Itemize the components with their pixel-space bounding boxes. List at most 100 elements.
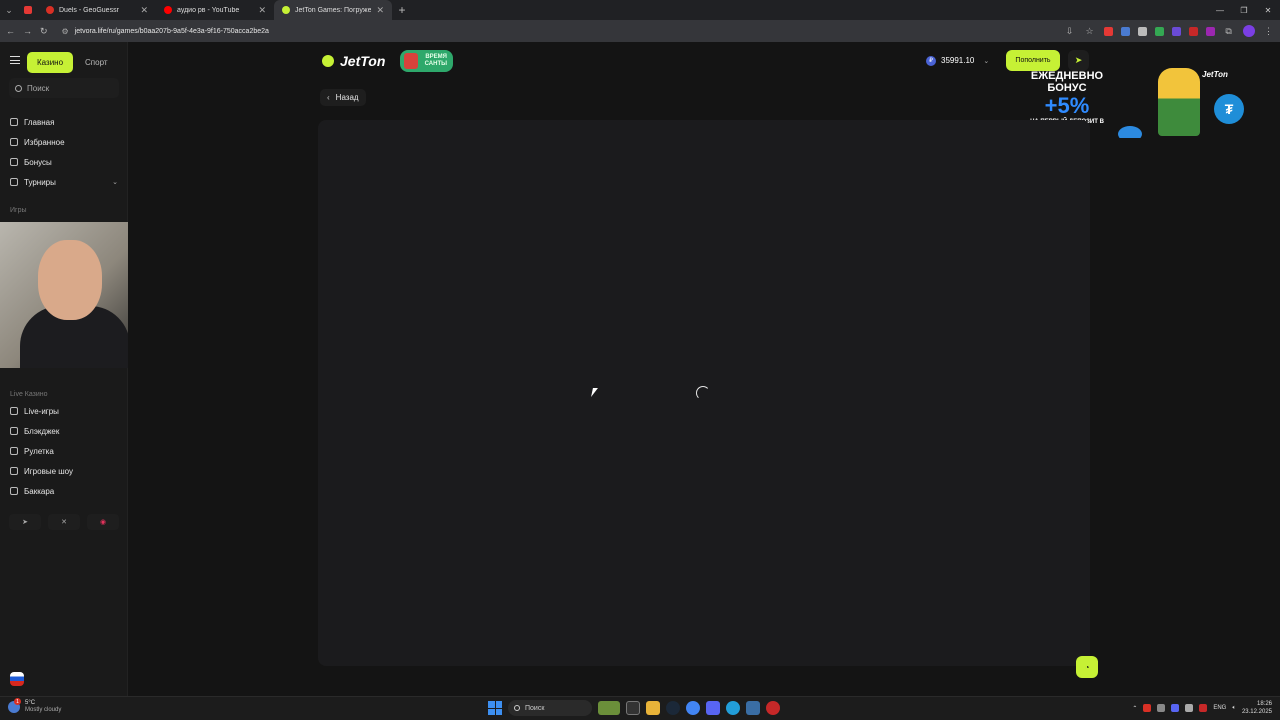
sidebar-item-tournaments[interactable]: Турниры ⌄ <box>0 172 128 192</box>
sidebar-item-bonuses[interactable]: Бонусы <box>0 152 128 172</box>
brand-logo[interactable]: JetTon <box>322 53 385 69</box>
tray-app-icon[interactable] <box>1185 704 1194 712</box>
back-button[interactable]: ‹ Назад <box>320 89 366 106</box>
extension-icon[interactable] <box>1188 26 1198 36</box>
banner-decoration <box>1118 126 1142 138</box>
sidebar-item-game-shows[interactable]: Игровые шоу <box>0 461 128 481</box>
task-view-icon[interactable] <box>626 701 640 715</box>
install-app-icon[interactable]: ⇩ <box>1064 26 1076 37</box>
taskbar-search-placeholder: Поиск <box>525 704 545 712</box>
sidebar-item-label: Игровые шоу <box>24 466 74 476</box>
notification-badge: 1 <box>14 698 21 705</box>
telegram-app-icon[interactable] <box>726 701 740 715</box>
new-tab-button[interactable]: + <box>392 3 412 17</box>
cards-icon <box>10 427 18 435</box>
close-window-icon[interactable]: ✕ <box>1256 0 1280 20</box>
sidebar-item-label: Избранное <box>24 137 65 147</box>
url-field[interactable]: ⚙ jetvora.life/ru/games/b0aa207b-9a5f-4e… <box>56 23 1056 39</box>
sidebar-item-label: Рулетка <box>24 446 54 456</box>
tray-app-icon[interactable] <box>1199 704 1208 712</box>
extension-icon[interactable] <box>1171 26 1181 36</box>
menu-icon[interactable] <box>10 56 20 64</box>
tab-close-icon[interactable]: ✕ <box>140 5 148 16</box>
tray-app-icon[interactable] <box>1157 704 1166 712</box>
steam-icon[interactable] <box>666 701 680 715</box>
site-info-icon[interactable]: ⚙ <box>62 27 69 36</box>
gift-icon <box>10 158 18 166</box>
language-indicator[interactable]: ENG <box>1213 705 1226 711</box>
x-icon[interactable]: ✕ <box>48 514 80 530</box>
discord-icon[interactable] <box>706 701 720 715</box>
speaker-icon[interactable]: 🔈︎ <box>1232 705 1236 712</box>
sidebar-item-label: Баккара <box>24 486 55 496</box>
pinned-tab[interactable] <box>18 0 38 20</box>
tray-app-icon[interactable] <box>1171 704 1180 712</box>
profile-avatar[interactable] <box>1242 25 1255 37</box>
browser-menu-icon[interactable]: ⋮ <box>1263 26 1275 37</box>
tray-app-icon[interactable] <box>1143 704 1152 712</box>
search-input[interactable]: Поиск <box>9 78 119 98</box>
restore-icon[interactable]: ❐ <box>1232 0 1256 20</box>
forward-arrow-icon[interactable]: → <box>23 26 32 36</box>
webcam-person-face <box>38 240 102 320</box>
taskbar-search[interactable]: Поиск <box>508 700 592 716</box>
language-flag-icon[interactable] <box>10 672 24 686</box>
sidebar-item-home[interactable]: Главная <box>0 112 128 132</box>
tab-close-icon[interactable]: ✕ <box>376 5 384 16</box>
promo-badge[interactable]: ВРЕМЯ САНТЫ <box>400 50 453 72</box>
browser-tab-active[interactable]: JetTon Games: Погружени ✕ <box>274 0 392 20</box>
windows-start-icon[interactable] <box>488 701 502 715</box>
weather-desc: Mostly cloudy <box>25 707 62 713</box>
browser-tab[interactable]: Duels - GeoGuessr ✕ <box>38 0 156 20</box>
game-frame[interactable] <box>318 120 1090 666</box>
search-icon <box>514 705 520 711</box>
obs-icon[interactable] <box>766 701 780 715</box>
baccarat-icon <box>10 487 18 495</box>
reload-icon[interactable]: ↻ <box>40 26 48 37</box>
live-section-label: Live Казино <box>10 391 48 398</box>
chevron-down-icon[interactable]: ⌄ <box>112 178 118 186</box>
clock[interactable]: 18:26 23.12.2025 <box>1242 700 1272 716</box>
banner-figure-image <box>1158 68 1200 136</box>
weather-widget[interactable]: 1 5°C Mostly cloudy <box>8 698 62 714</box>
widgets-icon[interactable] <box>598 701 620 715</box>
tab-favicon <box>46 6 54 14</box>
browser-tab[interactable]: аудио рв - YouTube ✕ <box>156 0 274 20</box>
file-explorer-icon[interactable] <box>646 701 660 715</box>
bookmark-star-icon[interactable]: ☆ <box>1084 26 1096 37</box>
sidebar-item-label: Бонусы <box>24 157 52 167</box>
extension-icon[interactable] <box>1154 26 1164 36</box>
extensions-puzzle-icon[interactable]: ⧉ <box>1223 26 1235 37</box>
trophy-icon <box>10 178 18 186</box>
tab-title: JetTon Games: Погружени <box>295 6 372 14</box>
banner-percent: +5% <box>1044 93 1090 118</box>
sidebar-item-label: Главная <box>24 117 55 127</box>
support-chat-button[interactable]: ◔ <box>1076 656 1098 678</box>
tray-chevron-up-icon[interactable]: ⌃ <box>1132 705 1137 712</box>
taskbar-apps: Поиск <box>488 700 780 716</box>
sidebar-item-roulette[interactable]: Рулетка <box>0 441 128 461</box>
sidebar-item-blackjack[interactable]: Блэкджек <box>0 421 128 441</box>
currency-icon: ₽ <box>926 55 936 66</box>
tab-sport[interactable]: Спорт <box>75 52 118 73</box>
sidebar-item-baccarat[interactable]: Баккара <box>0 481 128 501</box>
telegram-icon[interactable]: ➤ <box>9 514 41 530</box>
instagram-icon[interactable]: ◉ <box>87 514 119 530</box>
balance-selector[interactable]: ₽ 35991.10 ⌄ <box>926 52 989 69</box>
chrome-icon[interactable] <box>686 701 700 715</box>
sidebar-item-favorites[interactable]: Избранное <box>0 132 128 152</box>
extension-icon[interactable] <box>1103 26 1113 36</box>
extension-icon[interactable] <box>1205 26 1215 36</box>
banner-line1: ЕЖЕДНЕВНО <box>1030 70 1104 82</box>
extension-icon[interactable] <box>1120 26 1130 36</box>
extension-icon[interactable] <box>1137 26 1147 36</box>
sidebar-item-live-games[interactable]: Live-игры <box>0 401 128 421</box>
tab-search-menu-icon[interactable]: ⌄ <box>0 0 18 20</box>
back-arrow-icon[interactable]: ← <box>6 26 15 36</box>
pinned-tab-icon <box>24 6 32 14</box>
minimize-icon[interactable]: — <box>1208 0 1232 20</box>
tab-casino[interactable]: Казино <box>27 52 74 73</box>
santa-gift-icon <box>404 53 418 69</box>
tab-close-icon[interactable]: ✕ <box>258 5 266 16</box>
monitor-app-icon[interactable] <box>746 701 760 715</box>
